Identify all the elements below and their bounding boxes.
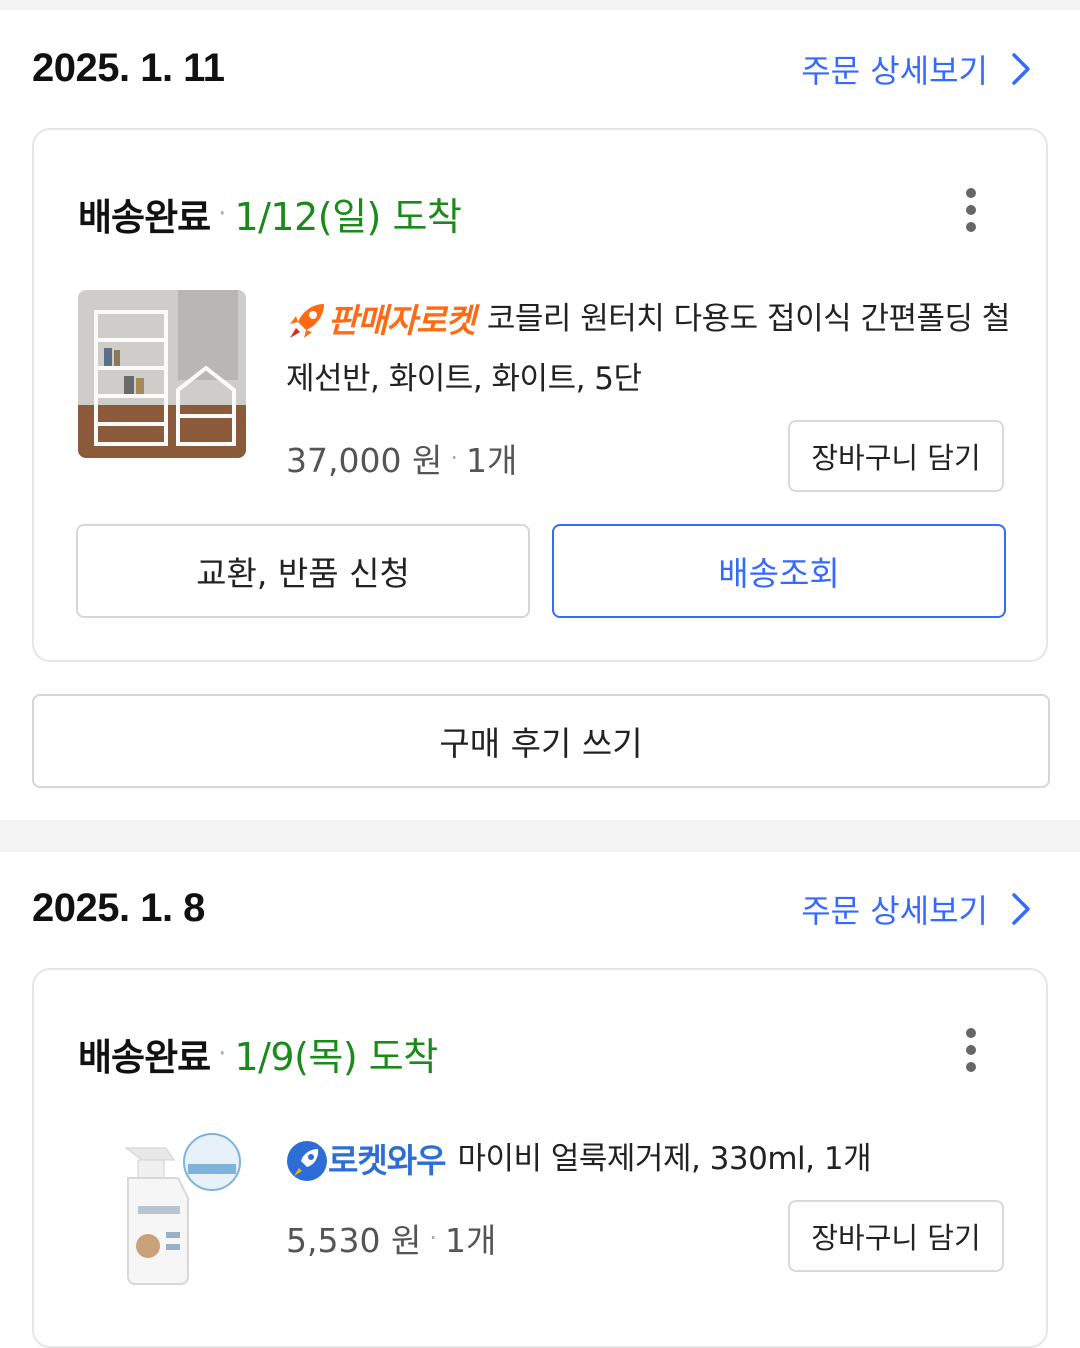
more-options-icon[interactable]	[964, 188, 978, 232]
arrival-date: 1/12(일) 도착	[234, 195, 462, 239]
shelf-image	[78, 290, 246, 458]
product-title: 마이비 얼룩제거제, 330ml, 1개	[457, 1141, 872, 1177]
add-to-cart-button[interactable]: 장바구니 담기	[788, 420, 1004, 492]
product-price: 37,000 원	[286, 441, 443, 480]
product-quantity: 1개	[444, 1221, 497, 1260]
chevron-right-icon	[1012, 893, 1030, 925]
spray-bottle-image	[78, 1128, 246, 1288]
exchange-return-button[interactable]: 교환, 반품 신청	[76, 524, 530, 618]
write-review-button[interactable]: 구매 후기 쓰기	[32, 694, 1050, 788]
arrival-date: 1/9(목) 도착	[234, 1035, 438, 1079]
separator-dot: ·	[218, 198, 227, 229]
seller-rocket-badge: 판매자로켓	[286, 292, 476, 350]
status-label: 배송완료	[78, 195, 211, 239]
section-divider	[0, 820, 1080, 852]
rocket-wow-badge: 로켓와우	[286, 1132, 446, 1190]
order-item-card: 배송완료 · 1/9(목) 도착 로켓와우 마이비 얼룩제거제, 330ml, …	[32, 968, 1048, 1348]
add-to-cart-button[interactable]: 장바구니 담기	[788, 1200, 1004, 1272]
order-item-card: 배송완료 · 1/12(일) 도착 판매자로켓 코믈리 원터치 다용도 접이식 …	[32, 128, 1048, 662]
section-divider	[0, 0, 1080, 10]
track-delivery-button[interactable]: 배송조회	[552, 524, 1006, 618]
delivery-status: 배송완료 · 1/12(일) 도착	[78, 186, 462, 241]
product-title-block[interactable]: 로켓와우 마이비 얼룩제거제, 330ml, 1개	[286, 1130, 1016, 1190]
order-detail-label: 주문 상세보기	[801, 892, 988, 930]
badge-label: 판매자로켓	[328, 300, 476, 340]
separator-dot: ·	[450, 444, 458, 472]
product-title-block[interactable]: 판매자로켓 코믈리 원터치 다용도 접이식 간편폴딩 철제선반, 화이트, 화이…	[286, 290, 1016, 408]
separator-dot: ·	[218, 1038, 227, 1069]
order-date: 2025. 1. 8	[32, 886, 205, 930]
price-row: 37,000 원 · 1개	[286, 434, 517, 482]
price-row: 5,530 원 · 1개	[286, 1214, 496, 1262]
product-quantity: 1개	[465, 441, 518, 480]
product-thumbnail[interactable]	[78, 290, 246, 458]
rocket-icon	[290, 303, 324, 338]
order-detail-link[interactable]: 주문 상세보기	[801, 886, 1032, 932]
rocket-wow-icon	[287, 1140, 327, 1181]
badge-label: 로켓와우	[328, 1140, 446, 1180]
product-price: 5,530 원	[286, 1221, 422, 1260]
chevron-right-icon	[1012, 53, 1030, 85]
order-detail-label: 주문 상세보기	[801, 52, 988, 90]
status-label: 배송완료	[78, 1035, 211, 1079]
more-options-icon[interactable]	[964, 1028, 978, 1072]
delivery-status: 배송완료 · 1/9(목) 도착	[78, 1026, 438, 1081]
order-detail-link[interactable]: 주문 상세보기	[801, 46, 1032, 92]
order-date: 2025. 1. 11	[32, 46, 225, 90]
separator-dot: ·	[429, 1224, 437, 1252]
product-thumbnail[interactable]	[78, 1128, 246, 1288]
